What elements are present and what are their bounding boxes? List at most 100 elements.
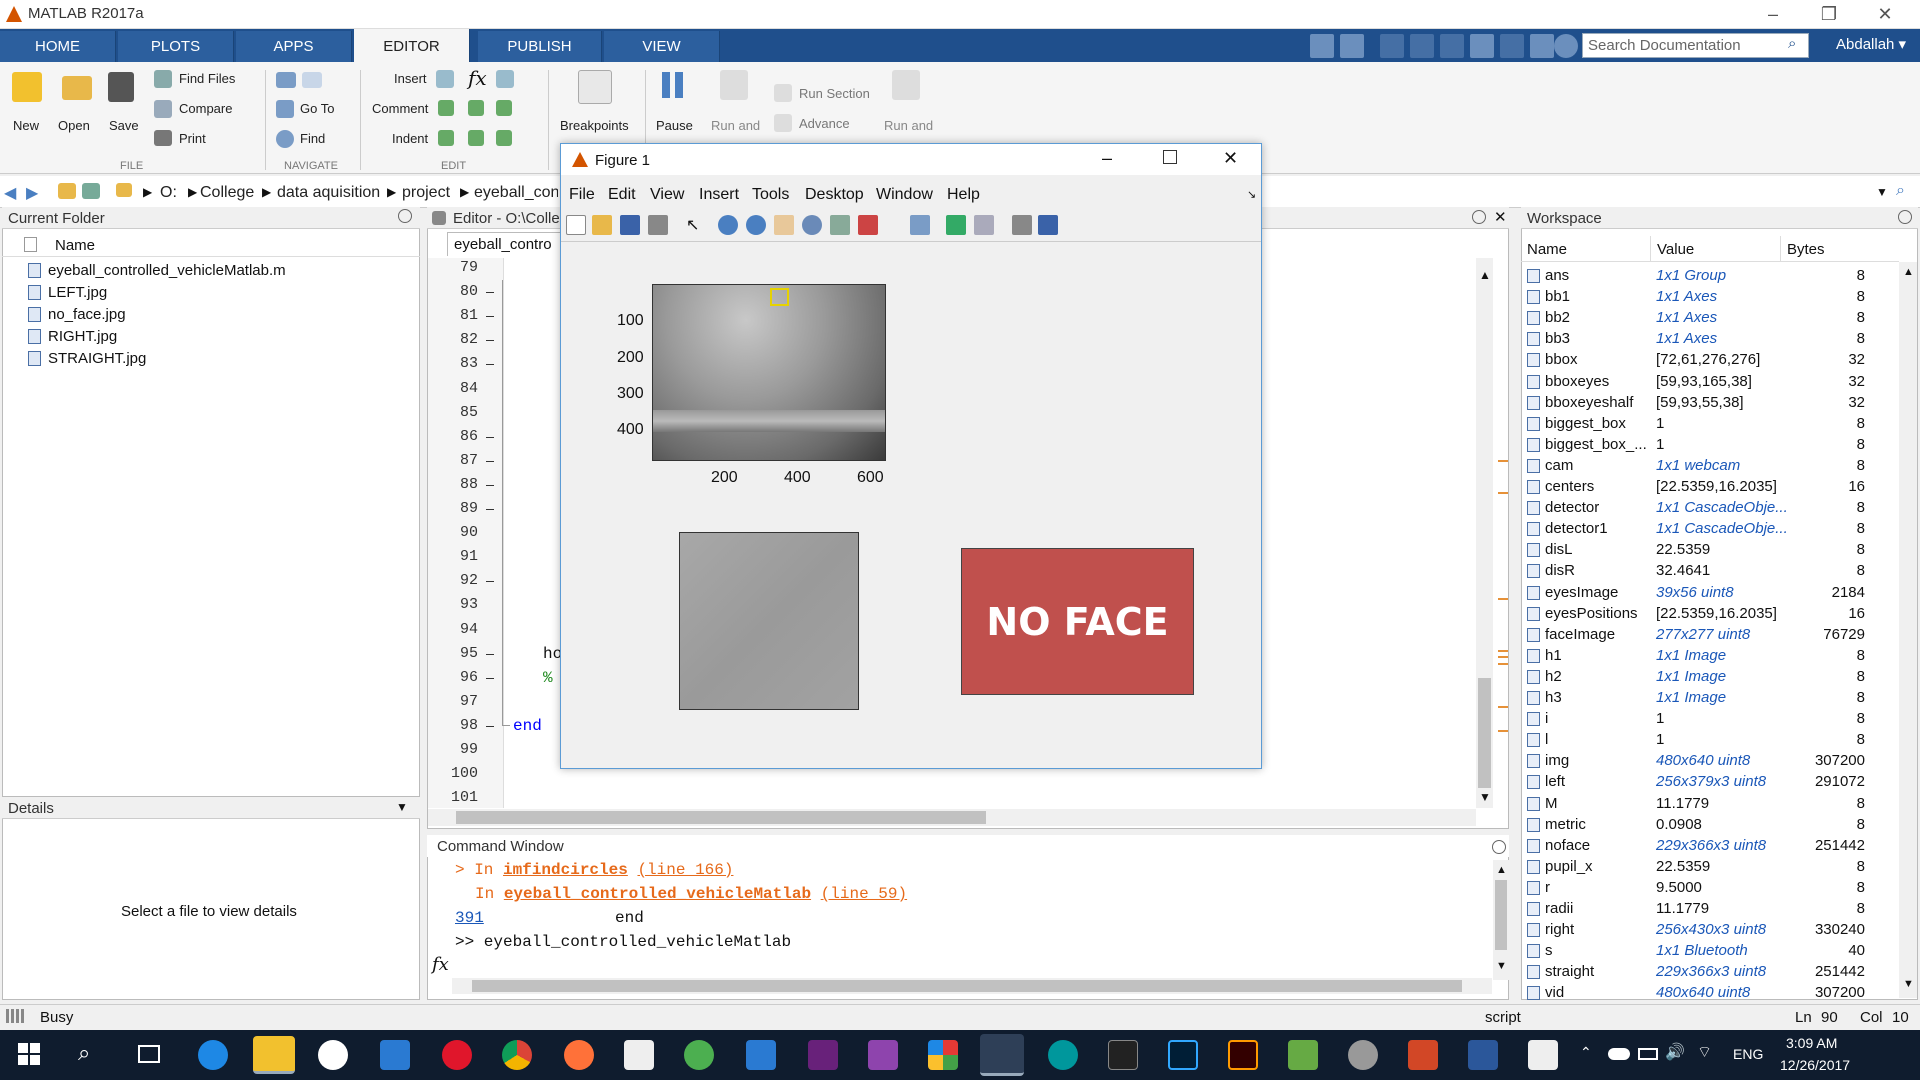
editor-vertical-scrollbar[interactable] — [1476, 258, 1493, 808]
run-section-icon[interactable] — [774, 84, 792, 102]
workspace-row[interactable]: eyesPositions [22.5359,16.2035] 16 — [1523, 604, 1893, 625]
workspace-row[interactable]: M 11.1779 8 — [1523, 794, 1893, 815]
increase-indent-icon[interactable] — [468, 130, 484, 146]
advance-icon[interactable] — [774, 114, 792, 132]
breakpoint-dash[interactable] — [486, 364, 494, 366]
edge-icon[interactable] — [198, 1040, 228, 1070]
figure-maximize-button[interactable] — [1163, 150, 1177, 164]
workspace-row[interactable]: bb2 1x1 Axes 8 — [1523, 308, 1893, 329]
chevron-down-icon[interactable]: ▼ — [396, 800, 408, 814]
workspace-row[interactable]: faceImage 277x277 uint8 76729 — [1523, 625, 1893, 646]
run-advance-icon[interactable] — [720, 70, 748, 100]
help-icon[interactable] — [1554, 34, 1578, 58]
run-section-button[interactable]: Run Section — [799, 86, 870, 101]
pan-icon[interactable] — [774, 215, 794, 235]
workspace-actions-icon[interactable] — [1898, 210, 1912, 224]
workspace-row[interactable]: bboxeyes [59,93,165,38] 32 — [1523, 372, 1893, 393]
figure-menu-insert[interactable]: Insert — [699, 186, 739, 204]
warning-line-link[interactable]: (line 59) — [821, 885, 907, 903]
figure-minimize-button[interactable]: – — [1102, 148, 1112, 169]
workspace-row[interactable]: detector1 1x1 CascadeObje... 8 — [1523, 519, 1893, 540]
visual-studio-icon[interactable] — [808, 1040, 838, 1070]
face-crop-image[interactable] — [679, 532, 859, 710]
line-number[interactable]: 83 — [438, 355, 478, 372]
clock-date[interactable]: 12/26/2017 — [1780, 1057, 1850, 1073]
hscroll-thumb[interactable] — [472, 980, 1462, 992]
advance-button[interactable]: Advance — [799, 116, 850, 131]
show-plot-tools-icon[interactable] — [1038, 215, 1058, 235]
settings-icon[interactable] — [318, 1040, 348, 1070]
scroll-down-icon[interactable]: ▼ — [1479, 790, 1491, 804]
scroll-up-icon[interactable]: ▲ — [1903, 266, 1914, 278]
breakpoint-dash[interactable] — [486, 340, 494, 342]
figure-menu-file[interactable]: File — [569, 186, 595, 204]
workspace-row[interactable]: centers [22.5359,16.2035] 16 — [1523, 477, 1893, 498]
figure-menu-tools[interactable]: Tools — [752, 186, 789, 204]
line-number[interactable]: 81 — [438, 307, 478, 324]
data-cursor-icon[interactable] — [830, 215, 850, 235]
windows-start-icon[interactable] — [18, 1043, 40, 1065]
new-figure-icon[interactable] — [566, 215, 586, 235]
hscroll-thumb[interactable] — [456, 811, 986, 824]
up-folder-icon[interactable] — [58, 183, 76, 199]
colorbar-icon[interactable] — [946, 215, 966, 235]
workspace-row[interactable]: bbox [72,61,276,276] 32 — [1523, 350, 1893, 371]
file-explorer-icon[interactable] — [253, 1036, 295, 1074]
minimize-button[interactable]: – — [1750, 0, 1796, 29]
workspace-row[interactable]: detector 1x1 CascadeObje... 8 — [1523, 498, 1893, 519]
file-item[interactable]: LEFT.jpg — [48, 284, 107, 301]
tab-apps[interactable]: APPS — [236, 31, 352, 62]
workspace-row[interactable]: metric 0.0908 8 — [1523, 815, 1893, 836]
breakpoint-dash[interactable] — [486, 653, 494, 655]
line-number[interactable]: 96 — [438, 669, 478, 686]
editor-tab[interactable]: eyeball_contro — [447, 232, 562, 256]
workspace-row[interactable]: img 480x640 uint8 307200 — [1523, 751, 1893, 772]
indent-button[interactable]: Indent — [392, 131, 428, 146]
insert-button[interactable]: Insert — [394, 71, 427, 86]
paste-icon[interactable] — [1440, 34, 1464, 58]
workspace-row[interactable]: straight 229x366x3 uint8 251442 — [1523, 962, 1893, 983]
warning-function-link[interactable]: imfindcircles — [503, 861, 628, 879]
ws-col-bytes[interactable]: Bytes — [1787, 241, 1825, 258]
search-icon[interactable]: ⌕ — [78, 1040, 90, 1066]
breakpoint-dash[interactable] — [486, 484, 494, 486]
comment-button[interactable]: Comment — [372, 101, 428, 116]
error-line-number[interactable]: 391 — [455, 909, 484, 927]
line-number[interactable]: 79 — [438, 259, 478, 276]
workspace-row[interactable]: eyesImage 39x56 uint8 2184 — [1523, 583, 1893, 604]
line-number[interactable]: 89 — [438, 500, 478, 517]
search-icon[interactable]: ⌕ — [1788, 35, 1796, 52]
scroll-up-icon[interactable]: ▲ — [1479, 268, 1491, 282]
decrease-indent-icon[interactable] — [496, 130, 512, 146]
ws-vertical-scrollbar[interactable]: ▲ ▼ — [1899, 262, 1917, 998]
zoom-out-icon[interactable] — [746, 215, 766, 235]
find-files-icon[interactable] — [154, 70, 172, 88]
column-divider[interactable] — [1780, 236, 1781, 262]
ws-col-name[interactable]: Name — [1527, 241, 1567, 258]
insert-function-icon[interactable] — [496, 70, 514, 88]
figure-menu-window[interactable]: Window — [876, 186, 933, 204]
powerpoint-icon[interactable] — [1408, 1040, 1438, 1070]
browse-folder-icon[interactable] — [82, 183, 100, 199]
tab-plots[interactable]: PLOTS — [118, 31, 234, 62]
find-button[interactable]: Find — [300, 131, 325, 146]
battery-icon[interactable] — [1638, 1048, 1658, 1060]
workspace-row[interactable]: cam 1x1 webcam 8 — [1523, 456, 1893, 477]
workspace-row[interactable]: ans 1x1 Group 8 — [1523, 266, 1893, 287]
clock-time[interactable]: 3:09 AM — [1786, 1035, 1837, 1051]
zoom-in-icon[interactable] — [718, 215, 738, 235]
find-files-button[interactable]: Find Files — [179, 71, 235, 86]
restore-button[interactable]: ❐ — [1806, 0, 1852, 29]
new-button[interactable]: New — [13, 118, 39, 133]
illustrator-icon[interactable] — [1228, 1040, 1258, 1070]
breakpoint-dash[interactable] — [486, 677, 494, 679]
user-menu[interactable]: Abdallah ▾ — [1836, 35, 1906, 53]
command-prompt[interactable]: >> eyeball_controlled_vehicleMatlab — [455, 933, 791, 951]
editor-close-icon[interactable]: ✕ — [1494, 208, 1507, 226]
breakpoint-dash[interactable] — [486, 509, 494, 510]
workspace-row[interactable]: disR 32.4641 8 — [1523, 561, 1893, 582]
tray-chevron-up-icon[interactable]: ⌃ — [1580, 1044, 1592, 1061]
panel-actions-icon[interactable] — [398, 209, 412, 223]
line-number[interactable]: 82 — [438, 331, 478, 348]
brush-icon[interactable] — [858, 215, 878, 235]
